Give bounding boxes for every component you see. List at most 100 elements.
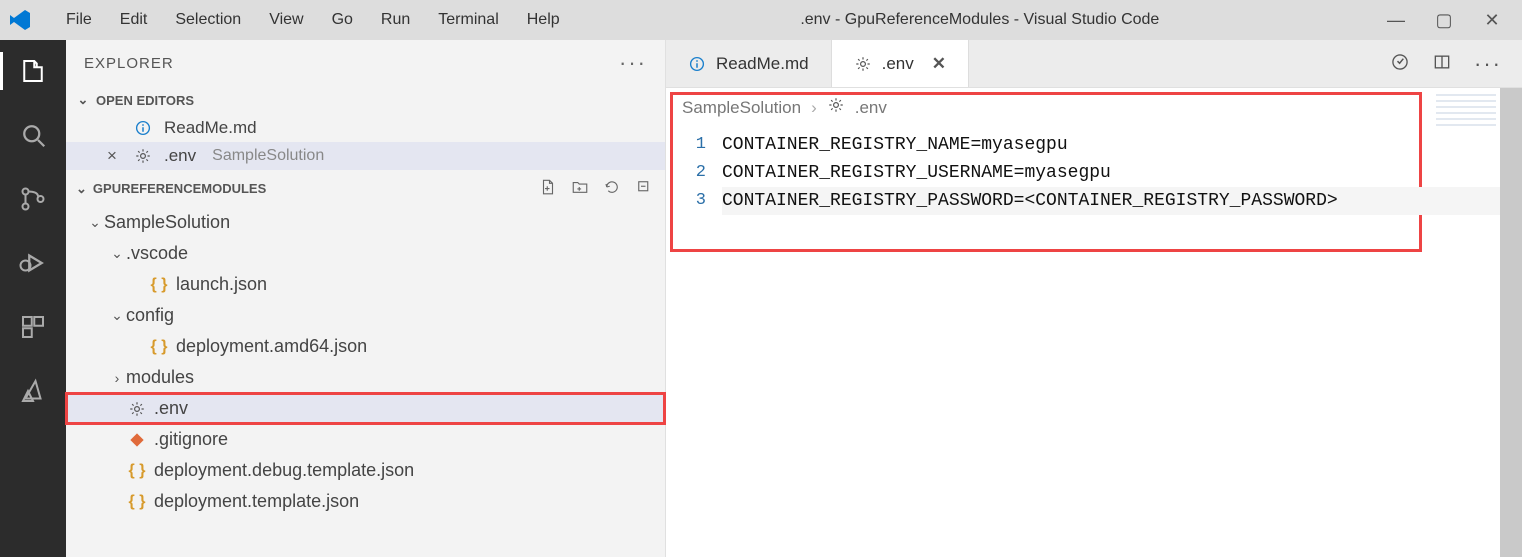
editor-more-icon[interactable]: ··· [1474, 51, 1502, 77]
tree-row[interactable]: .gitignore [66, 424, 665, 455]
tree-label: launch.json [176, 274, 267, 295]
menu-terminal[interactable]: Terminal [424, 7, 512, 33]
activity-debug[interactable] [14, 244, 52, 282]
open-editor-item[interactable]: ×.envSampleSolution [66, 142, 665, 170]
window-controls: — ▢ ✕ [1386, 10, 1502, 31]
minimap[interactable] [1436, 94, 1496, 130]
chevron-down-icon: ⌄ [76, 92, 90, 108]
gear-icon [126, 400, 148, 418]
tree-row[interactable]: .env [66, 393, 665, 424]
editor-tab[interactable]: .env ✕ [832, 40, 969, 87]
activity-bar [0, 40, 66, 557]
scrollbar-thumb[interactable] [1500, 88, 1522, 557]
tree-label: .env [154, 398, 188, 419]
activity-extensions[interactable] [14, 308, 52, 346]
line-number-gutter: 123 [666, 131, 722, 557]
git-icon [126, 432, 148, 448]
breadcrumb-folder[interactable]: SampleSolution [682, 98, 801, 118]
tree-label: deployment.amd64.json [176, 336, 367, 357]
activity-search[interactable] [14, 116, 52, 154]
menu-run[interactable]: Run [367, 7, 424, 33]
tab-label: .env [882, 54, 914, 74]
minimize-button[interactable]: — [1386, 10, 1406, 31]
braces-icon: { } [126, 493, 148, 511]
code-area[interactable]: CONTAINER_REGISTRY_NAME=myasegpuCONTAINE… [722, 131, 1522, 557]
sidebar-title: EXPLORER [84, 55, 174, 72]
menu-view[interactable]: View [255, 7, 317, 33]
menu-file[interactable]: File [52, 7, 106, 33]
chevron-right-icon[interactable]: › [108, 370, 126, 386]
code-line[interactable]: CONTAINER_REGISTRY_NAME=myasegpu [722, 131, 1522, 159]
new-folder-icon[interactable] [571, 178, 589, 199]
line-number: 1 [666, 131, 706, 159]
gear-icon [132, 147, 154, 165]
tab-label: ReadMe.md [716, 54, 809, 74]
line-number: 3 [666, 187, 706, 215]
menu-go[interactable]: Go [318, 7, 367, 33]
braces-icon: { } [148, 338, 170, 356]
menu-bar: File Edit Selection View Go Run Terminal… [52, 7, 574, 33]
tree-label: deployment.debug.template.json [154, 460, 414, 481]
tree-label: .gitignore [154, 429, 228, 450]
close-button[interactable]: ✕ [1482, 10, 1502, 31]
info-icon [688, 55, 706, 73]
editor-content[interactable]: 123 CONTAINER_REGISTRY_NAME=myasegpuCONT… [666, 127, 1522, 557]
open-editors-list: ReadMe.md ×.envSampleSolution [66, 114, 665, 170]
tree-row[interactable]: { } deployment.debug.template.json [66, 455, 665, 486]
run-active-icon[interactable] [1390, 52, 1410, 75]
open-editors-label: OPEN EDITORS [96, 93, 194, 108]
open-editors-header[interactable]: ⌄ OPEN EDITORS [66, 86, 665, 114]
menu-selection[interactable]: Selection [161, 7, 255, 33]
close-icon[interactable]: × [102, 146, 122, 166]
new-file-icon[interactable] [539, 178, 557, 199]
tree-row[interactable]: { }launch.json [66, 269, 665, 300]
activity-azure[interactable] [14, 372, 52, 410]
editor-tab[interactable]: ReadMe.md [666, 40, 832, 87]
menu-help[interactable]: Help [513, 7, 574, 33]
breadcrumb-file[interactable]: .env [855, 98, 887, 118]
chevron-down-icon[interactable]: ⌄ [86, 214, 104, 231]
tree-row[interactable]: ⌄config [66, 300, 665, 331]
tree-label: .vscode [126, 243, 188, 264]
chevron-down-icon: ⌄ [76, 181, 87, 197]
editor-tabs: ReadMe.md .env ✕ ··· [666, 40, 1522, 88]
breadcrumb[interactable]: SampleSolution › .env [666, 88, 1522, 127]
chevron-down-icon[interactable]: ⌄ [108, 245, 126, 262]
project-name: GPUREFERENCEMODULES [93, 181, 266, 196]
tree-label: deployment.template.json [154, 491, 359, 512]
info-icon [132, 119, 154, 137]
window-title: .env - GpuReferenceModules - Visual Stud… [574, 11, 1386, 29]
chevron-down-icon[interactable]: ⌄ [108, 307, 126, 324]
tree-label: modules [126, 367, 194, 388]
sidebar-more-icon[interactable]: ··· [619, 50, 647, 76]
braces-icon: { } [126, 462, 148, 480]
tree-label: config [126, 305, 174, 326]
tree-row[interactable]: ⌄.vscode [66, 238, 665, 269]
project-header[interactable]: ⌄ GPUREFERENCEMODULES [66, 170, 665, 207]
maximize-button[interactable]: ▢ [1434, 10, 1454, 31]
close-tab-icon[interactable]: ✕ [932, 54, 946, 74]
open-editor-label: ReadMe.md [164, 118, 257, 138]
refresh-icon[interactable] [603, 178, 621, 199]
activity-scm[interactable] [14, 180, 52, 218]
tree-row[interactable]: ⌄SampleSolution [66, 207, 665, 238]
gear-icon [854, 55, 872, 73]
collapse-all-icon[interactable] [635, 178, 653, 199]
tree-row[interactable]: { } deployment.amd64.json [66, 331, 665, 362]
activity-explorer[interactable] [14, 52, 52, 90]
open-editor-path: SampleSolution [212, 147, 324, 165]
split-editor-icon[interactable] [1432, 52, 1452, 75]
tree-label: SampleSolution [104, 212, 230, 233]
line-number: 2 [666, 159, 706, 187]
vscode-logo-icon [8, 8, 32, 32]
vertical-scrollbar[interactable] [1500, 88, 1522, 557]
tree-row[interactable]: { } deployment.template.json [66, 486, 665, 517]
breadcrumb-separator-icon: › [811, 98, 817, 118]
file-tree: ⌄SampleSolution⌄.vscode{ }launch.json⌄co… [66, 207, 665, 517]
menu-edit[interactable]: Edit [106, 7, 162, 33]
open-editor-item[interactable]: ReadMe.md [66, 114, 665, 142]
code-line[interactable]: CONTAINER_REGISTRY_PASSWORD=<CONTAINER_R… [722, 187, 1522, 215]
gear-icon [827, 96, 845, 119]
tree-row[interactable]: ›modules [66, 362, 665, 393]
code-line[interactable]: CONTAINER_REGISTRY_USERNAME=myasegpu [722, 159, 1522, 187]
